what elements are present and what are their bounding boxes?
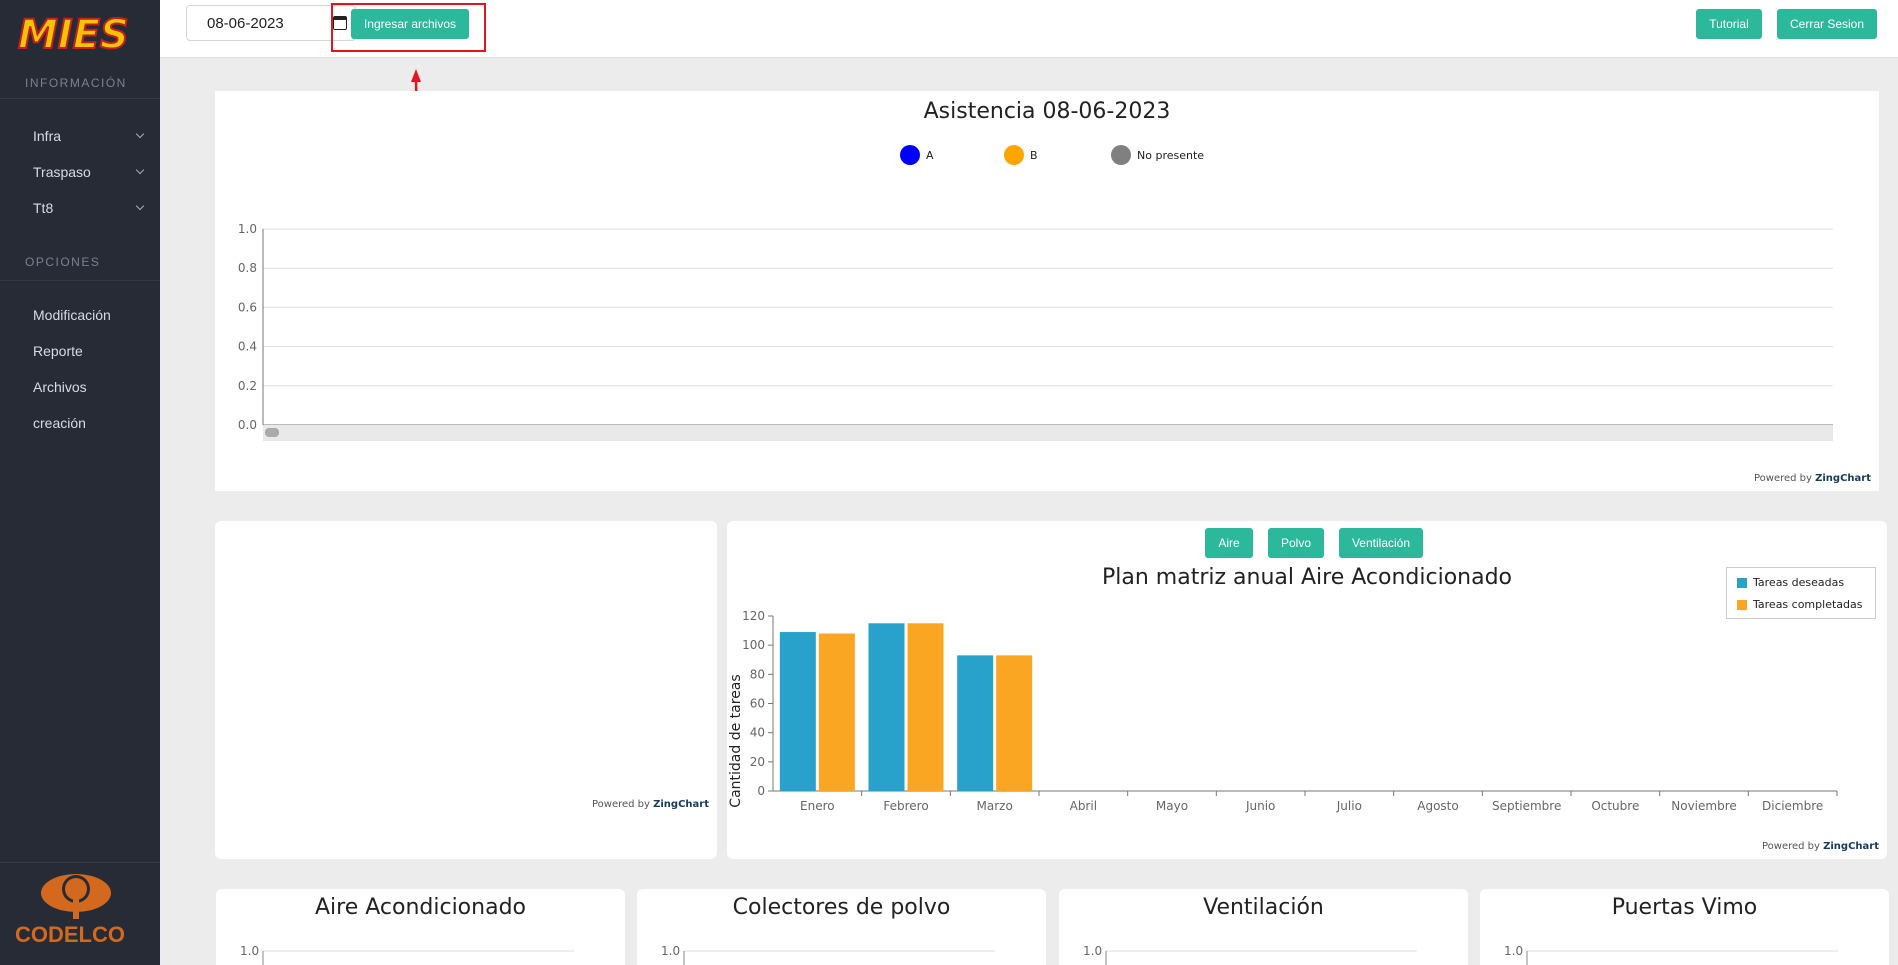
chart-card-colectores: Colectores de polvo 1.0	[637, 889, 1046, 965]
plan-chart-panel: Aire Polvo Ventilación Plan matriz anual…	[727, 521, 1887, 859]
powered-prefix: Powered by	[1753, 473, 1812, 484]
svg-text:MIES: MIES	[18, 12, 129, 54]
x-tick-label: Diciembre	[1762, 799, 1823, 813]
y-tick-label: 100	[742, 638, 765, 652]
sidebar-item-reporte[interactable]: Reporte	[33, 343, 143, 359]
y-tick-label: 40	[750, 726, 765, 740]
y-axis-label: Cantidad de tareas	[728, 674, 744, 807]
plan-plot: Cantidad de tareas 0 20 40 60 80 100 120 Enero F…	[728, 609, 1838, 813]
attendance-chart-panel: Asistencia 08-06-2023 A B No presente 1.…	[215, 91, 1879, 491]
sidebar-item-creacion[interactable]: creación	[33, 415, 143, 431]
section-informacion: INFORMACIÓN	[25, 76, 127, 90]
powered-by-zingchart[interactable]: Powered by ZingChart	[1762, 841, 1879, 852]
powered-prefix: Powered by	[1761, 841, 1820, 852]
y-tick-label: 120	[742, 609, 765, 623]
powered-brand: ZingChart	[653, 799, 709, 810]
chevron-down-icon	[135, 165, 145, 175]
x-tick-label: Agosto	[1417, 799, 1458, 813]
x-tick-label: Febrero	[883, 799, 928, 813]
chart-card-aire: Aire Acondicionado 1.0	[216, 889, 625, 965]
sidebar-item-label: Traspaso	[33, 164, 91, 180]
empty-chart-panel: Powered by ZingChart	[215, 521, 717, 859]
y-tick-label: 0.4	[238, 340, 257, 354]
powered-brand: ZingChart	[1815, 473, 1871, 484]
x-tick-label: Enero	[800, 799, 835, 813]
y-tick-label: 0	[757, 784, 765, 798]
sidebar-item-traspaso[interactable]: Traspaso	[33, 164, 145, 180]
chart-card-ventilacion: Ventilación 1.0	[1059, 889, 1468, 965]
attendance-plot: 1.0 0.8 0.6 0.4 0.2 0.0	[238, 222, 1833, 441]
y-tick-label: 20	[750, 755, 765, 769]
tutorial-button[interactable]: Tutorial	[1696, 9, 1762, 39]
sidebar-item-label: Tt8	[33, 200, 54, 216]
divider	[0, 280, 160, 281]
sidebar-item-label: Infra	[33, 128, 62, 144]
powered-prefix: Powered by	[591, 799, 650, 810]
y-tick-label: 0.2	[238, 379, 257, 393]
sidebar-item-archivos[interactable]: Archivos	[33, 379, 143, 395]
bar-tareas-completadas[interactable]	[907, 623, 944, 791]
sidebar-item-tt8[interactable]: Tt8	[33, 200, 145, 216]
x-tick-label: Noviembre	[1671, 799, 1737, 813]
powered-brand: ZingChart	[1823, 841, 1879, 852]
codelco-logo: CODELCO	[0, 862, 160, 965]
y-tick-label: 60	[750, 697, 765, 711]
logout-button[interactable]: Cerrar Sesion	[1777, 9, 1877, 39]
chevron-down-icon	[135, 201, 145, 211]
x-tick-label: Julio	[1336, 799, 1362, 813]
chart-scroll-handle[interactable]	[265, 428, 279, 437]
y-tick-label: 0.8	[238, 261, 257, 275]
y-tick: 1.0	[1083, 944, 1102, 958]
section-opciones: OPCIONES	[25, 255, 101, 269]
y-tick: 1.0	[240, 944, 259, 958]
y-tick-label: 80	[750, 667, 765, 681]
bar-tareas-deseadas[interactable]	[779, 632, 816, 791]
divider	[0, 98, 160, 99]
date-value: 08-06-2023	[207, 15, 284, 32]
x-tick-label: Junio	[1245, 799, 1275, 813]
chart-scroll-track[interactable]	[263, 425, 1833, 441]
bar-tareas-deseadas[interactable]	[957, 655, 994, 791]
y-tick: 1.0	[661, 944, 680, 958]
x-tick-label: Abril	[1070, 799, 1097, 813]
powered-by-zingchart[interactable]: Powered by ZingChart	[1754, 473, 1871, 484]
bar-tareas-completadas[interactable]	[818, 633, 855, 792]
annotation-highlight-box	[331, 3, 486, 52]
y-tick-label: 1.0	[238, 222, 257, 236]
x-tick-label: Mayo	[1156, 799, 1188, 813]
bar-tareas-completadas[interactable]	[996, 655, 1033, 791]
powered-by-zingchart[interactable]: Powered by ZingChart	[592, 799, 709, 810]
sidebar: MIES INFORMACIÓN Infra Traspaso Tt8 OPCI…	[0, 0, 160, 965]
svg-text:CODELCO: CODELCO	[15, 922, 125, 947]
sidebar-item-modificacion[interactable]: Modificación	[33, 307, 143, 323]
chart-card-puertas-vimo: Puertas Vimo 1.0	[1480, 889, 1889, 965]
y-tick: 1.0	[1504, 944, 1523, 958]
mies-logo: MIES	[17, 12, 130, 54]
y-tick-label: 0.6	[238, 300, 257, 314]
sidebar-item-infra[interactable]: Infra	[33, 128, 145, 144]
chevron-down-icon	[135, 129, 145, 139]
y-tick-label: 0.0	[238, 418, 257, 432]
x-tick-label: Septiembre	[1492, 799, 1561, 813]
x-tick-label: Marzo	[977, 799, 1013, 813]
x-tick-label: Octubre	[1591, 799, 1639, 813]
bar-tareas-deseadas[interactable]	[868, 623, 905, 791]
